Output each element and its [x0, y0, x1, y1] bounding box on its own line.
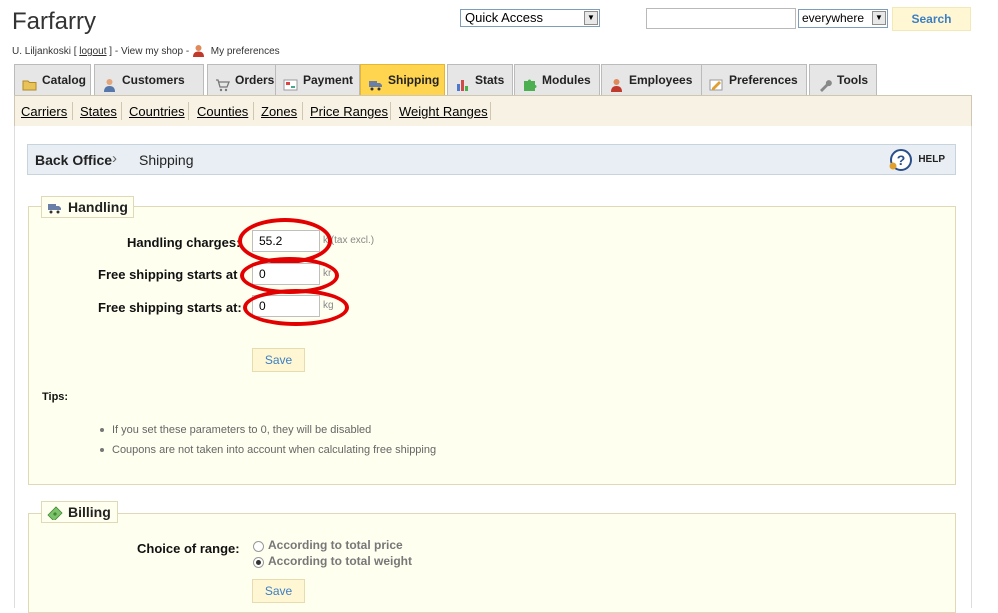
- settings-icon: [709, 73, 724, 91]
- handling-save-button[interactable]: Save: [252, 348, 305, 372]
- tab-label: Preferences: [729, 73, 798, 87]
- billing-legend: Billing: [41, 501, 118, 523]
- user-name: U. Liljankoski: [12, 46, 71, 57]
- help-button[interactable]: ? HELP: [888, 148, 945, 172]
- shipping-subnav: Carriers States Countries Counties Zones…: [14, 95, 972, 127]
- breadcrumb-separator-icon: ›: [112, 150, 117, 167]
- tab-label: Customers: [122, 73, 185, 87]
- my-preferences-link[interactable]: My preferences: [211, 46, 280, 57]
- search-scope-label: everywhere: [802, 11, 865, 25]
- search-button[interactable]: Search: [892, 7, 971, 31]
- breadcrumb: Back Office › Shipping ? HELP: [27, 144, 956, 175]
- svg-text:?: ?: [897, 152, 906, 168]
- billing-fieldset: [28, 513, 956, 613]
- subnav-countries[interactable]: Countries: [129, 104, 185, 119]
- tip-item: Coupons are not taken into account when …: [112, 444, 437, 456]
- subnav-weight-ranges[interactable]: Weight Ranges: [399, 104, 488, 119]
- bullet-icon: [100, 448, 104, 452]
- range-weight-label[interactable]: According to total weight: [268, 554, 412, 568]
- puzzle-icon: [522, 73, 537, 91]
- view-shop-link[interactable]: View my shop: [121, 46, 183, 57]
- logout-link[interactable]: logout: [79, 46, 106, 57]
- quick-access-label: Quick Access: [465, 10, 544, 25]
- billing-save-button[interactable]: Save: [252, 579, 305, 603]
- chevron-down-icon[interactable]: ▼: [872, 11, 886, 25]
- employee-icon: [609, 73, 624, 92]
- tips-title: Tips:: [42, 391, 69, 403]
- subnav-divider: [490, 102, 491, 120]
- range-choice-label: Choice of range:: [137, 541, 240, 556]
- user-icon: [102, 73, 117, 92]
- subnav-divider: [72, 102, 73, 120]
- search-input[interactable]: [646, 8, 796, 29]
- billing-legend-label: Billing: [68, 504, 111, 520]
- chevron-down-icon[interactable]: ▼: [584, 11, 598, 25]
- tab-customers[interactable]: Customers: [94, 64, 204, 95]
- tab-employees[interactable]: Employees: [601, 64, 702, 95]
- subnav-divider: [390, 102, 391, 120]
- subnav-states[interactable]: States: [80, 104, 117, 119]
- breadcrumb-current: Shipping: [139, 152, 194, 168]
- tip-item: If you set these parameters to 0, they w…: [112, 424, 372, 436]
- search-scope-select[interactable]: everywhere ▼: [798, 9, 888, 28]
- tab-label: Modules: [542, 73, 591, 87]
- separator-text: ] -: [109, 46, 119, 57]
- subnav-price-ranges[interactable]: Price Ranges: [310, 104, 388, 119]
- truck-icon: [368, 73, 383, 91]
- folder-icon: [22, 73, 37, 91]
- subnav-counties[interactable]: Counties: [197, 104, 248, 119]
- tab-payment[interactable]: Payment: [275, 64, 360, 95]
- range-price-label[interactable]: According to total price: [268, 538, 403, 552]
- subnav-divider: [302, 102, 303, 120]
- tab-catalog[interactable]: Catalog: [14, 64, 91, 95]
- bar-chart-icon: [455, 73, 470, 91]
- subnav-divider: [121, 102, 122, 120]
- tab-shipping[interactable]: Shipping: [360, 64, 445, 95]
- wrench-icon: [817, 73, 832, 92]
- tab-label: Employees: [629, 73, 693, 87]
- subnav-carriers[interactable]: Carriers: [21, 104, 67, 119]
- subnav-divider: [188, 102, 189, 120]
- subnav-zones[interactable]: Zones: [261, 104, 297, 119]
- range-weight-radio[interactable]: [253, 557, 264, 568]
- shop-title: Farfarry: [12, 8, 96, 35]
- tab-label: Stats: [475, 73, 505, 87]
- range-price-radio[interactable]: [253, 541, 264, 552]
- tab-orders[interactable]: Orders: [207, 64, 282, 95]
- tab-stats[interactable]: Stats: [447, 64, 513, 95]
- handling-legend-label: Handling: [68, 199, 128, 215]
- user-line: U. Liljankoski [ logout ] - View my shop…: [12, 44, 280, 57]
- free-shipping-price-label: Free shipping starts at: [98, 267, 238, 282]
- bracket-open: [: [73, 46, 77, 57]
- truck-icon: [47, 200, 63, 214]
- tab-label: Orders: [235, 73, 275, 87]
- cart-icon: [215, 73, 230, 92]
- tab-preferences[interactable]: Preferences: [701, 64, 807, 95]
- money-icon: [47, 505, 63, 522]
- tab-tools[interactable]: Tools: [809, 64, 877, 95]
- help-label: HELP: [918, 154, 945, 165]
- tab-label: Shipping: [388, 73, 440, 87]
- user-icon: [192, 44, 205, 57]
- tab-label: Payment: [303, 73, 354, 87]
- breadcrumb-home[interactable]: Back Office: [35, 152, 112, 168]
- payment-icon: [283, 73, 298, 91]
- free-shipping-weight-label: Free shipping starts at:: [98, 300, 242, 315]
- subnav-divider: [253, 102, 254, 120]
- help-icon: ?: [888, 148, 913, 172]
- dash-text: -: [185, 46, 190, 57]
- tab-label: Catalog: [42, 73, 87, 87]
- quick-access-select[interactable]: Quick Access ▼: [460, 9, 600, 27]
- handling-legend: Handling: [41, 196, 134, 218]
- tab-label: Tools: [837, 73, 869, 87]
- handling-charges-label: Handling charges:: [127, 235, 241, 250]
- annotation-circle: [243, 289, 349, 326]
- bullet-icon: [100, 428, 104, 432]
- tab-modules[interactable]: Modules: [514, 64, 600, 95]
